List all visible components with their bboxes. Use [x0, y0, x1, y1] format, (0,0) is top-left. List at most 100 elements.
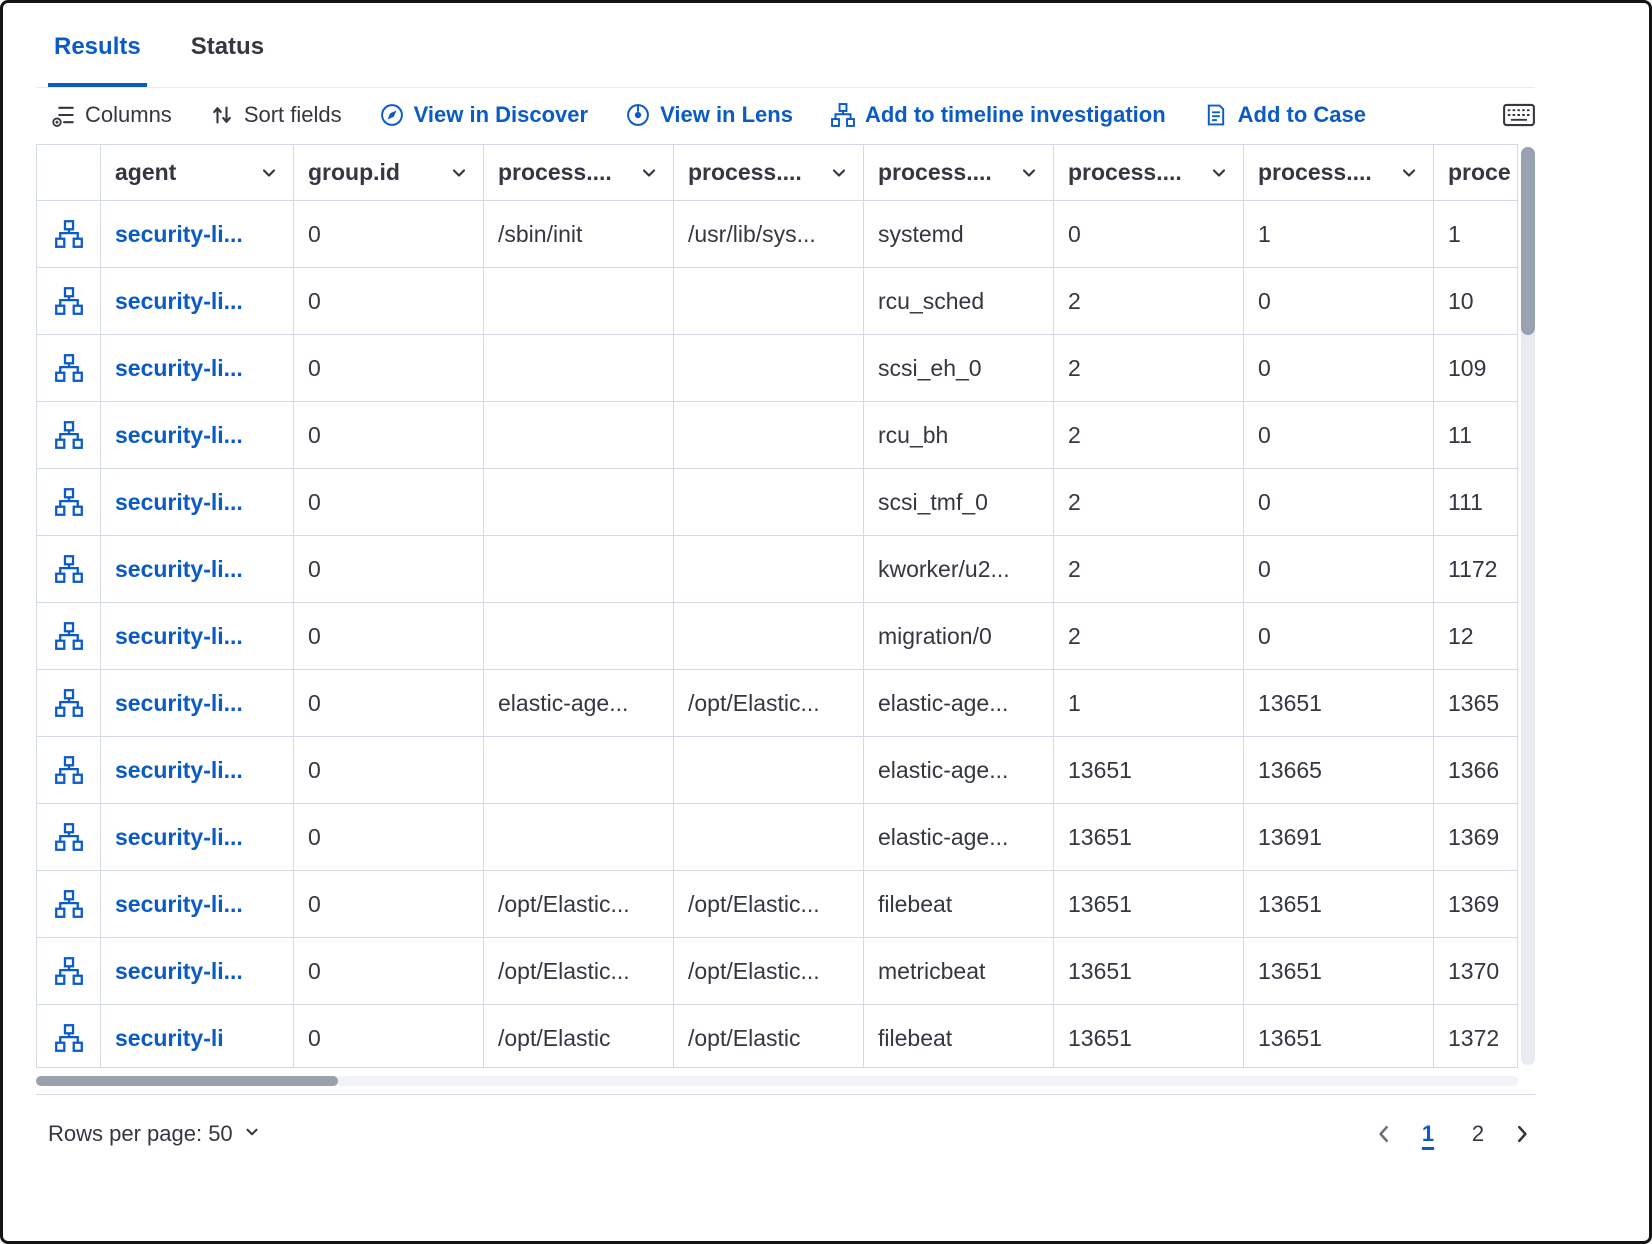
- table-row: security-li...0kworker/u2...201172: [37, 536, 1518, 603]
- sort-fields-button[interactable]: Sort fields: [210, 102, 342, 128]
- view-in-discover-button[interactable]: View in Discover: [380, 102, 588, 128]
- grid-cell: [674, 402, 864, 469]
- row-timeline-button[interactable]: [37, 402, 101, 469]
- row-timeline-button[interactable]: [37, 804, 101, 871]
- vertical-scrollbar-thumb[interactable]: [1521, 147, 1535, 335]
- column-header-process-6[interactable]: proce: [1434, 145, 1518, 201]
- grid-cell: 13651: [1244, 1005, 1434, 1068]
- grid-cell: filebeat: [864, 1005, 1054, 1068]
- grid-cell: 13651: [1054, 737, 1244, 804]
- grid-cell: 2: [1054, 603, 1244, 670]
- grid-cell: [674, 737, 864, 804]
- grid-cell: [484, 536, 674, 603]
- table-row: security-li0/opt/Elastic/opt/Elasticfile…: [37, 1005, 1518, 1068]
- grid-cell: elastic-age...: [864, 670, 1054, 737]
- agent-link[interactable]: security-li...: [115, 958, 243, 984]
- agent-link[interactable]: security-li...: [115, 355, 243, 381]
- agent-link[interactable]: security-li...: [115, 757, 243, 783]
- pagination: 1 2: [1373, 1117, 1533, 1151]
- grid-cell: 13651: [1054, 938, 1244, 1005]
- next-page-button[interactable]: [1511, 1123, 1533, 1145]
- vertical-scrollbar[interactable]: [1521, 147, 1535, 1065]
- agent-link[interactable]: security-li...: [115, 422, 243, 448]
- agent-link[interactable]: security-li...: [115, 221, 243, 247]
- agent-link[interactable]: security-li...: [115, 824, 243, 850]
- horizontal-scrollbar-thumb[interactable]: [36, 1076, 338, 1086]
- grid-cell: security-li...: [101, 536, 294, 603]
- grid-cell: 0: [294, 737, 484, 804]
- row-timeline-button[interactable]: [37, 737, 101, 804]
- grid-cell: 11: [1434, 402, 1518, 469]
- grid-cell: [674, 469, 864, 536]
- grid-cell: 13691: [1244, 804, 1434, 871]
- grid-cell: elastic-age...: [484, 670, 674, 737]
- row-timeline-button[interactable]: [37, 1005, 101, 1068]
- grid-footer: Rows per page: 50 1 2: [36, 1095, 1535, 1173]
- agent-link[interactable]: security-li...: [115, 623, 243, 649]
- grid-cell: security-li...: [101, 201, 294, 268]
- grid-cell: 0: [294, 871, 484, 938]
- grid-cell: 0: [1244, 603, 1434, 670]
- horizontal-scrollbar[interactable]: [36, 1068, 1518, 1094]
- table-row: security-li...0rcu_sched2010: [37, 268, 1518, 335]
- row-timeline-button[interactable]: [37, 201, 101, 268]
- tab-results[interactable]: Results: [48, 33, 147, 87]
- row-timeline-button[interactable]: [37, 670, 101, 737]
- grid-cell: security-li...: [101, 603, 294, 670]
- agent-link[interactable]: security-li...: [115, 690, 243, 716]
- row-timeline-button[interactable]: [37, 603, 101, 670]
- grid-cell: 0: [1244, 402, 1434, 469]
- agent-link[interactable]: security-li...: [115, 556, 243, 582]
- view-in-lens-button[interactable]: View in Lens: [626, 102, 793, 128]
- row-timeline-button[interactable]: [37, 469, 101, 536]
- column-header-process-1[interactable]: process....: [484, 145, 674, 201]
- column-header-agent[interactable]: agent: [101, 145, 294, 201]
- row-timeline-button[interactable]: [37, 871, 101, 938]
- column-header-process-5[interactable]: process....: [1244, 145, 1434, 201]
- grid-cell: [484, 268, 674, 335]
- keyboard-icon[interactable]: [1503, 103, 1535, 127]
- add-to-timeline-label: Add to timeline investigation: [865, 102, 1166, 128]
- table-row: security-li...0/sbin/init/usr/lib/sys...…: [37, 201, 1518, 268]
- grid-cell: 0: [294, 670, 484, 737]
- grid-cell: 0: [294, 335, 484, 402]
- tab-status[interactable]: Status: [185, 33, 270, 87]
- columns-icon: [51, 103, 75, 127]
- grid-cell: filebeat: [864, 871, 1054, 938]
- agent-link[interactable]: security-li...: [115, 288, 243, 314]
- previous-page-button[interactable]: [1373, 1123, 1395, 1145]
- agent-link[interactable]: security-li...: [115, 489, 243, 515]
- agent-link[interactable]: security-li...: [115, 891, 243, 917]
- grid-cell: [484, 469, 674, 536]
- add-to-case-button[interactable]: Add to Case: [1204, 102, 1366, 128]
- row-timeline-button[interactable]: [37, 268, 101, 335]
- grid-cell: 13651: [1244, 938, 1434, 1005]
- row-timeline-button[interactable]: [37, 335, 101, 402]
- row-timeline-button[interactable]: [37, 938, 101, 1005]
- discover-compass-icon: [380, 103, 404, 127]
- grid-cell: 1366: [1434, 737, 1518, 804]
- grid-cell: security-li...: [101, 938, 294, 1005]
- grid-cell: [484, 335, 674, 402]
- agent-link[interactable]: security-li: [115, 1025, 224, 1051]
- grid-cell: 0: [294, 938, 484, 1005]
- grid-cell: 13651: [1244, 871, 1434, 938]
- timeline-network-icon: [831, 103, 855, 127]
- grid-cell: elastic-age...: [864, 737, 1054, 804]
- results-table: agentgroup.idprocess....process....proce…: [37, 145, 1518, 1068]
- row-timeline-button[interactable]: [37, 536, 101, 603]
- grid-cell: security-li: [101, 1005, 294, 1068]
- data-grid: agentgroup.idprocess....process....proce…: [36, 144, 1518, 1068]
- column-header-process-3[interactable]: process....: [864, 145, 1054, 201]
- page-1-button[interactable]: 1: [1411, 1117, 1445, 1151]
- control-column-header: [37, 145, 101, 201]
- grid-cell: rcu_bh: [864, 402, 1054, 469]
- page-2-button[interactable]: 2: [1461, 1117, 1495, 1151]
- rows-per-page-button[interactable]: Rows per page: 50: [48, 1121, 261, 1147]
- column-header-process-2[interactable]: process....: [674, 145, 864, 201]
- column-header-process-4[interactable]: process....: [1054, 145, 1244, 201]
- add-to-timeline-button[interactable]: Add to timeline investigation: [831, 102, 1166, 128]
- columns-button[interactable]: Columns: [51, 102, 172, 128]
- grid-cell: scsi_eh_0: [864, 335, 1054, 402]
- column-header-group-id[interactable]: group.id: [294, 145, 484, 201]
